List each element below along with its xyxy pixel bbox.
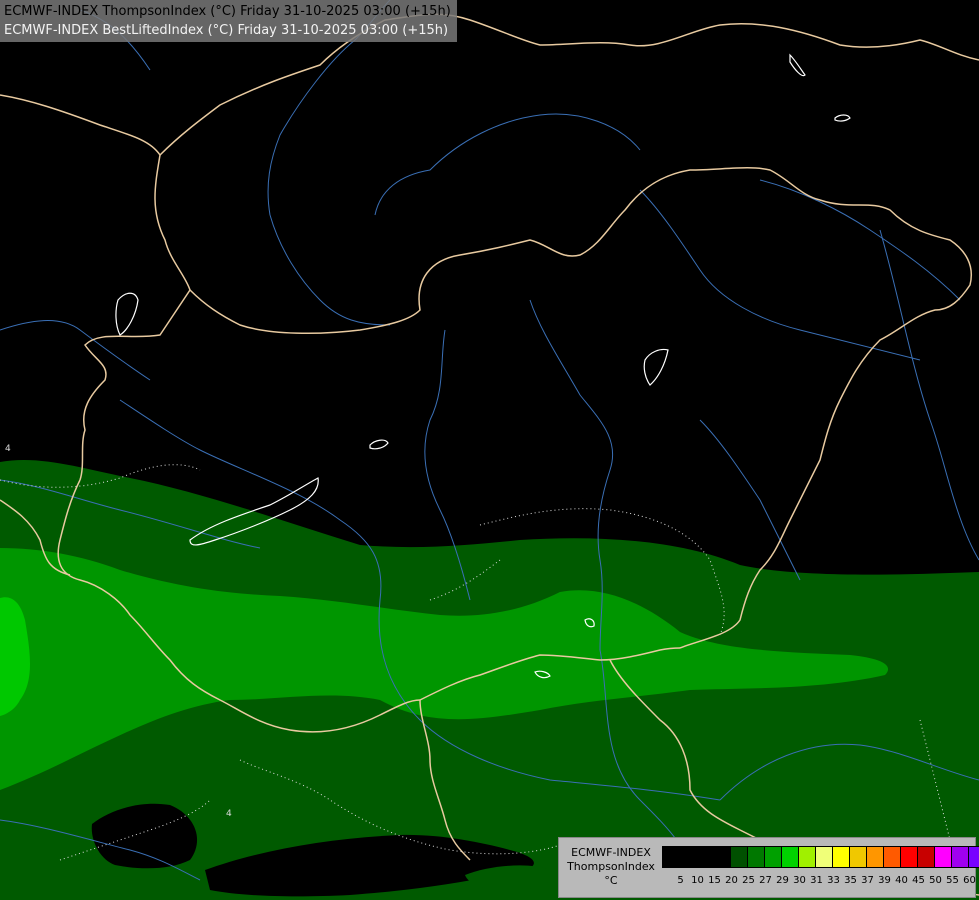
legend-swatch <box>884 847 901 867</box>
legend-parameter: ThompsonIndex <box>567 860 655 873</box>
legend-swatch <box>765 847 782 867</box>
legend-tick-label: 20 <box>725 875 738 886</box>
legend-tick-label: 27 <box>759 875 772 886</box>
legend-tick-label: 60 <box>963 875 976 886</box>
contour-label: 4 <box>5 444 11 454</box>
legend-tick-label: 25 <box>742 875 755 886</box>
legend-swatch <box>714 847 731 867</box>
contour-label: 4 <box>226 809 232 819</box>
legend-swatch <box>833 847 850 867</box>
legend-swatch <box>782 847 799 867</box>
legend-title: ECMWF-INDEX ThompsonIndex °C <box>563 846 659 888</box>
legend-model: ECMWF-INDEX <box>571 846 651 859</box>
legend-tick-label: 33 <box>827 875 840 886</box>
legend-swatch <box>799 847 816 867</box>
legend-swatch <box>663 847 680 867</box>
legend-swatches <box>662 846 979 868</box>
legend-unit: °C <box>604 874 618 887</box>
legend-swatch <box>680 847 697 867</box>
legend-swatch <box>850 847 867 867</box>
legend-swatch <box>731 847 748 867</box>
legend-tick-label: 29 <box>776 875 789 886</box>
legend-tick-label: 40 <box>895 875 908 886</box>
legend-tick-label: 30 <box>793 875 806 886</box>
legend-swatch <box>969 847 979 867</box>
legend-tick-label: 55 <box>946 875 959 886</box>
legend-tick-label: 35 <box>844 875 857 886</box>
legend-tick-label: 37 <box>861 875 874 886</box>
legend-swatch <box>816 847 833 867</box>
legend-ticks: 5 10 15 20 25 27 29 30 31 33 35 37 39 40 45 50 55 60 <box>672 875 978 886</box>
map-title-box: ECMWF-INDEX ThompsonIndex (°C) Friday 31… <box>0 0 457 42</box>
legend-swatch <box>918 847 935 867</box>
legend-tick-label: 31 <box>810 875 823 886</box>
legend-swatch <box>867 847 884 867</box>
legend-swatch <box>697 847 714 867</box>
legend-swatch <box>748 847 765 867</box>
legend-swatch <box>901 847 918 867</box>
title-best-lifted-index: ECMWF-INDEX BestLiftedIndex (°C) Friday … <box>4 23 449 38</box>
legend-tick-label: 39 <box>878 875 891 886</box>
legend-tick-label: 50 <box>929 875 942 886</box>
legend-tick-label: 5 <box>677 875 684 886</box>
title-thompson-index: ECMWF-INDEX ThompsonIndex (°C) Friday 31… <box>4 4 451 19</box>
color-legend: ECMWF-INDEX ThompsonIndex °C 5 10 15 20 25 27… <box>558 837 979 898</box>
legend-tick-label: 15 <box>708 875 721 886</box>
legend-tick-label: 45 <box>912 875 925 886</box>
legend-swatch <box>952 847 969 867</box>
legend-tick-label: 10 <box>691 875 704 886</box>
forecast-map: 4 4 <box>0 0 979 900</box>
legend-swatch <box>935 847 952 867</box>
